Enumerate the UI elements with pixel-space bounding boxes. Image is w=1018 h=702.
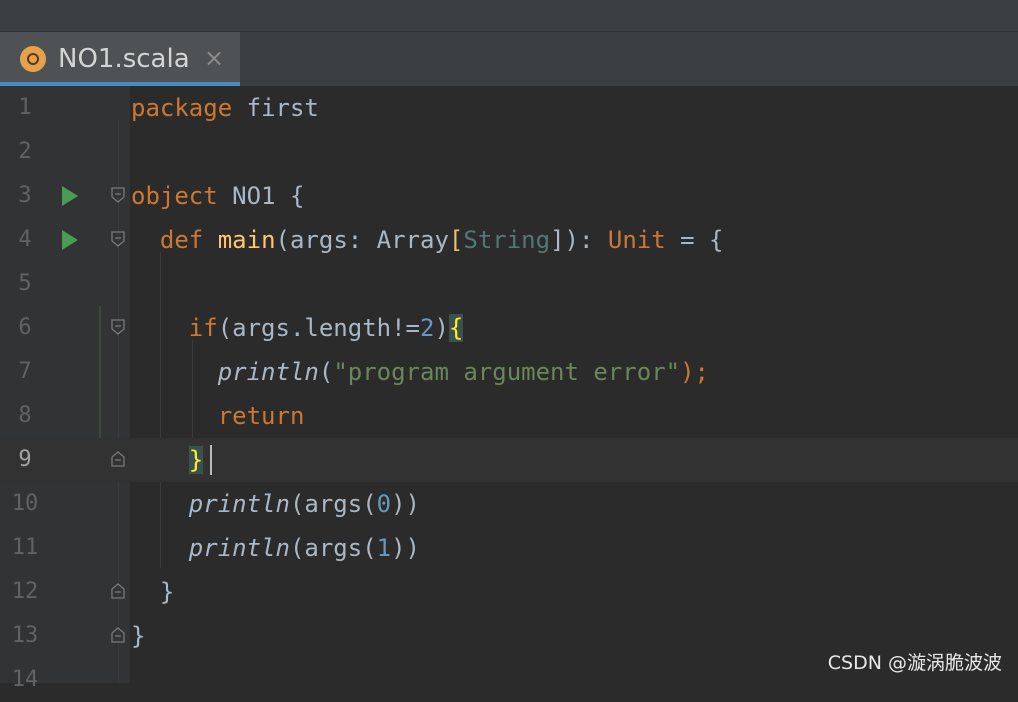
code-text: } xyxy=(188,446,204,474)
line-number: 14 xyxy=(11,667,39,692)
code-text: def main(args: Array[String]): Unit = { xyxy=(159,226,724,254)
tab-no1-scala[interactable]: NO1.scala × xyxy=(0,32,240,86)
line-number: 2 xyxy=(18,139,32,164)
code-line-9-current[interactable]: 9 } xyxy=(0,438,1018,482)
run-icon[interactable] xyxy=(62,186,78,206)
window-titlebar xyxy=(0,0,1018,32)
code-text: println(args(0)) xyxy=(188,490,421,518)
line-number: 4 xyxy=(18,227,32,252)
code-line-5[interactable]: 5 xyxy=(0,262,1018,306)
line-number: 3 xyxy=(18,183,32,208)
fold-open-icon[interactable] xyxy=(111,319,125,335)
code-text: return xyxy=(217,402,305,430)
code-line-11[interactable]: 11 println(args(1)) xyxy=(0,526,1018,570)
code-text: } xyxy=(159,578,175,606)
line-number: 7 xyxy=(18,359,32,384)
line-number: 9 xyxy=(18,447,32,472)
code-text: object NO1 { xyxy=(131,182,305,210)
line-number: 11 xyxy=(11,535,39,560)
code-line-1[interactable]: 1 package first xyxy=(0,86,1018,130)
code-line-7[interactable]: 7 println("program argument error"); xyxy=(0,350,1018,394)
code-line-3[interactable]: 3 object NO1 { xyxy=(0,174,1018,218)
code-line-12[interactable]: 12 } xyxy=(0,570,1018,614)
fold-close-icon[interactable] xyxy=(111,627,125,643)
code-text: package first xyxy=(131,94,319,122)
code-text: println("program argument error"); xyxy=(217,358,709,386)
code-line-4[interactable]: 4 def main(args: Array[String]): Unit = … xyxy=(0,218,1018,262)
watermark: CSDN @漩涡脆波波 xyxy=(827,652,1002,674)
code-editor[interactable]: 1 package first 2 3 object NO1 { 4 def m… xyxy=(0,86,1018,692)
fold-open-icon[interactable] xyxy=(111,187,125,203)
line-number: 1 xyxy=(18,95,32,120)
code-line-8[interactable]: 8 return xyxy=(0,394,1018,438)
line-number: 13 xyxy=(11,623,39,648)
code-text: if(args.length!=2){ xyxy=(188,314,464,342)
line-number: 10 xyxy=(11,491,39,516)
line-number: 8 xyxy=(18,403,32,428)
editor-tab-bar: NO1.scala × xyxy=(0,32,1018,86)
close-icon[interactable]: × xyxy=(204,41,224,75)
fold-close-icon[interactable] xyxy=(111,451,125,467)
code-text: println(args(1)) xyxy=(188,534,421,562)
code-line-10[interactable]: 10 println(args(0)) xyxy=(0,482,1018,526)
code-line-6[interactable]: 6 if(args.length!=2){ xyxy=(0,306,1018,350)
fold-open-icon[interactable] xyxy=(111,231,125,247)
tab-label: NO1.scala xyxy=(58,44,190,74)
code-text: } xyxy=(131,622,146,650)
code-line-2[interactable]: 2 xyxy=(0,130,1018,174)
text-caret xyxy=(210,445,212,475)
run-icon[interactable] xyxy=(62,230,78,250)
line-number: 12 xyxy=(11,579,39,604)
fold-close-icon[interactable] xyxy=(111,583,125,599)
line-number: 5 xyxy=(18,271,32,296)
scala-file-icon xyxy=(20,46,46,72)
line-number: 6 xyxy=(18,315,32,340)
